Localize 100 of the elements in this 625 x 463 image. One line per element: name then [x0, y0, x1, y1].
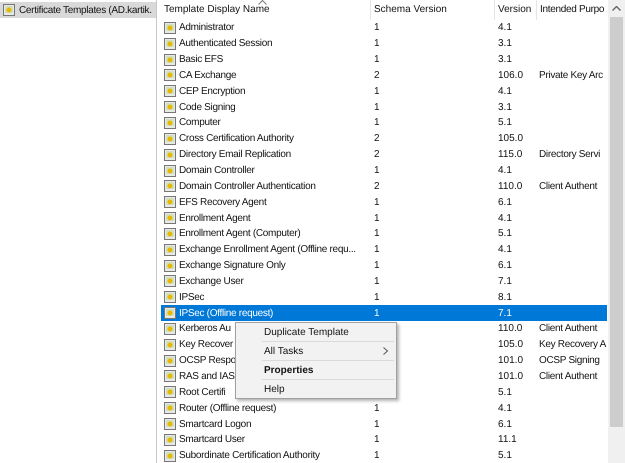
certificate-icon [164, 228, 176, 240]
column-header[interactable]: Intended Purpo [537, 0, 603, 20]
template-name[interactable]: Code Signing [179, 102, 236, 113]
certificate-icon [164, 196, 176, 208]
intended-purpose: OCSP Signing [539, 355, 600, 366]
menu-item[interactable]: Properties [236, 362, 396, 378]
certificate-icon [164, 116, 176, 129]
version: 3.1 [498, 102, 512, 113]
selected-row[interactable]: IPSec (Offline request) 1 7.1 [161, 305, 607, 322]
template-name[interactable]: Computer [179, 117, 221, 128]
template-name[interactable]: IPSec (Offline request) [179, 308, 274, 319]
version: 106.0 [498, 70, 524, 81]
schema-version: 1 [374, 22, 380, 34]
version: 7.1 [498, 308, 512, 319]
certificate-icon [164, 370, 176, 382]
template-name[interactable]: Basic EFS [179, 54, 223, 66]
scroll-up-icon[interactable] [612, 6, 621, 11]
version: 101.0 [498, 370, 524, 382]
version: 5.1 [498, 386, 512, 398]
sort-caret-icon [258, 0, 267, 5]
schema-version: 1 [374, 38, 380, 50]
version: 11.1 [498, 434, 517, 446]
certificate-icon [164, 212, 176, 224]
template-name[interactable]: Authenticated Session [179, 38, 272, 50]
version: 4.1 [498, 212, 512, 224]
version: 5.1 [498, 450, 512, 462]
schema-version: 1 [374, 165, 380, 176]
template-name[interactable]: CA Exchange [179, 70, 236, 81]
version: 4.1 [498, 402, 512, 414]
certificate-icon [3, 4, 15, 16]
schema-version: 1 [374, 86, 380, 97]
menu-item[interactable]: Help [236, 381, 396, 397]
schema-version: 1 [374, 308, 380, 319]
schema-version: 1 [374, 260, 380, 272]
schema-version: 1 [374, 196, 380, 208]
template-name[interactable]: Cross Certification Authority [179, 133, 294, 144]
schema-version: 1 [374, 402, 380, 414]
certificate-icon [164, 322, 176, 335]
template-name[interactable]: CEP Encryption [179, 86, 246, 97]
template-name[interactable]: Domain Controller [179, 165, 254, 176]
version: 6.1 [498, 260, 512, 272]
certificate-icon [164, 38, 176, 50]
schema-version: 1 [374, 418, 380, 430]
template-name[interactable]: Enrollment Agent (Computer) [179, 228, 300, 240]
schema-version: 1 [374, 244, 380, 256]
template-name[interactable]: OCSP Respo [179, 355, 236, 366]
template-name[interactable]: IPSec [179, 292, 204, 303]
template-name[interactable]: RAS and IAS [179, 370, 235, 382]
schema-version: 1 [374, 117, 380, 128]
certificate-icon [164, 307, 176, 320]
column-header[interactable]: Schema Version [371, 0, 495, 20]
template-name[interactable]: Kerberos Au [179, 323, 231, 334]
intended-purpose: Private Key Arc [539, 70, 603, 81]
template-name[interactable]: Exchange User [179, 276, 244, 287]
certificate-icon [164, 450, 176, 462]
certificate-icon [164, 402, 176, 414]
version: 4.1 [498, 86, 512, 97]
version: 3.1 [498, 38, 512, 50]
schema-version: 1 [374, 434, 380, 446]
certificate-icon [164, 291, 176, 304]
schema-version: 1 [374, 228, 380, 240]
version: 115.0 [498, 149, 522, 160]
template-name[interactable]: Directory Email Replication [179, 149, 291, 160]
template-name[interactable]: Router (Offline request) [179, 402, 276, 414]
version: 8.1 [498, 292, 512, 303]
template-name[interactable]: Administrator [179, 22, 234, 34]
column-header[interactable]: Version [495, 0, 537, 20]
certificate-icon [164, 54, 176, 66]
certificate-icon [164, 338, 176, 351]
scrollbar[interactable] [608, 0, 625, 463]
template-name[interactable]: Subordinate Certification Authority [179, 450, 320, 462]
certificate-icon [164, 260, 176, 272]
tree-item[interactable]: Certificate Templates (AD.kartik. [0, 2, 156, 18]
schema-version: 1 [374, 276, 380, 287]
version: 4.1 [498, 22, 512, 34]
certificate-icon [164, 22, 176, 34]
version: 6.1 [498, 196, 512, 208]
template-name[interactable]: Root Certifi [179, 386, 226, 398]
certificate-icon [164, 101, 176, 114]
template-name[interactable]: Smartcard User [179, 434, 245, 446]
scrollbar-thumb[interactable] [610, 17, 623, 427]
template-name[interactable]: Exchange Enrollment Agent (Offline requ... [179, 244, 356, 256]
template-name[interactable]: Smartcard Logon [179, 418, 252, 430]
menu-item[interactable]: All Tasks [236, 343, 396, 359]
version: 110.0 [498, 180, 522, 192]
intended-purpose: Client Authent [539, 323, 598, 334]
template-name[interactable]: Enrollment Agent [179, 212, 250, 224]
certificate-icon [164, 69, 176, 82]
template-name[interactable]: Key Recover [179, 339, 233, 350]
schema-version: 1 [374, 212, 380, 224]
certificate-icon [164, 275, 176, 288]
schema-version: 1 [374, 450, 380, 462]
intended-purpose: Directory Servi [539, 149, 600, 160]
column-header[interactable]: Template Display Name [161, 0, 371, 20]
template-name[interactable]: EFS Recovery Agent [179, 196, 266, 208]
menu-item[interactable]: Duplicate Template [236, 324, 396, 340]
template-name[interactable]: Exchange Signature Only [179, 260, 286, 272]
template-name[interactable]: Domain Controller Authentication [179, 180, 316, 192]
certificate-icon [164, 244, 176, 256]
schema-version: 1 [374, 54, 380, 66]
